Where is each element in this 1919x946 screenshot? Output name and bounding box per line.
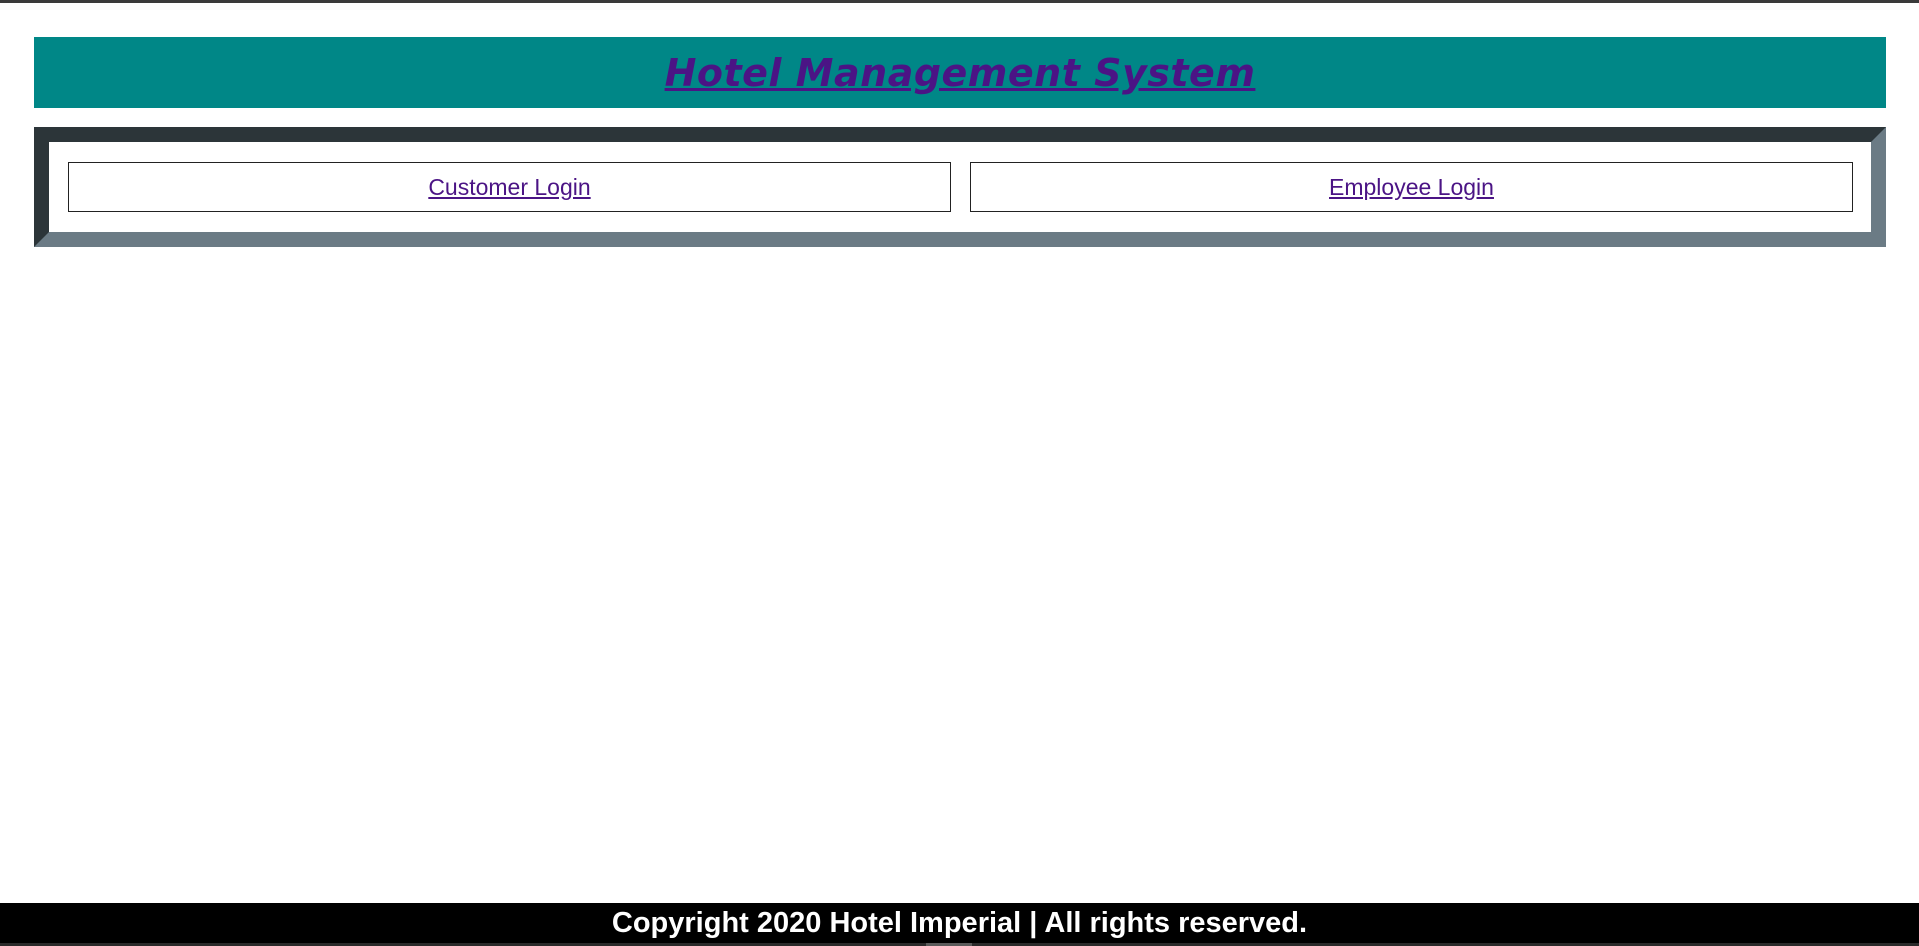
top-border-line	[0, 0, 1919, 3]
header-banner: Hotel Management System	[34, 37, 1886, 108]
customer-login-link[interactable]: Customer Login	[428, 174, 590, 201]
customer-login-cell: Customer Login	[68, 162, 951, 212]
copyright-text: Copyright 2020 Hotel Imperial | All righ…	[611, 906, 1308, 939]
footer: Copyright 2020 Hotel Imperial | All righ…	[0, 903, 1919, 943]
page-title-link[interactable]: Hotel Management System	[665, 51, 1256, 95]
login-options-frame: Customer Login Employee Login	[34, 127, 1886, 247]
login-options-row: Customer Login Employee Login	[68, 162, 1853, 212]
employee-login-cell: Employee Login	[970, 162, 1853, 212]
employee-login-link[interactable]: Employee Login	[1329, 174, 1494, 201]
